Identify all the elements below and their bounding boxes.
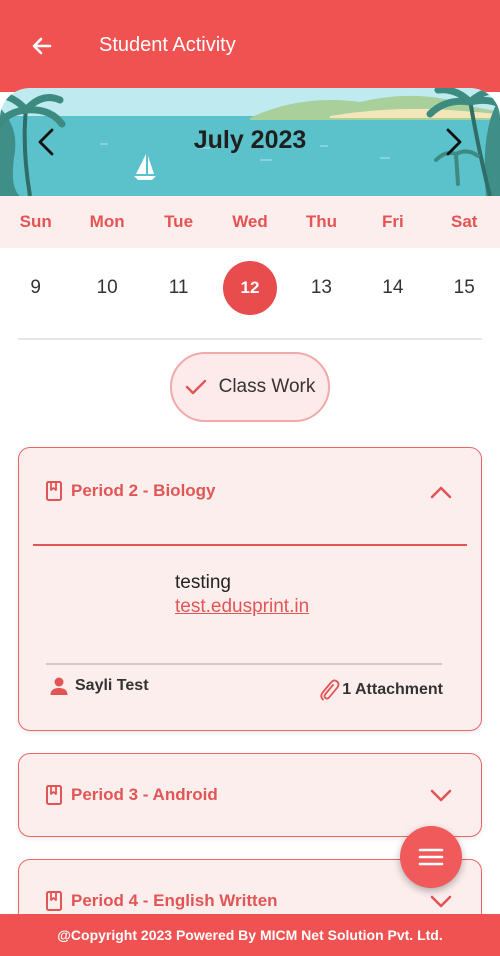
card-divider [33,544,467,546]
week-days-row: 9 10 11 12 13 14 15 [0,260,500,316]
page-title: Student Activity [99,34,236,56]
weekday-label: Thu [305,212,337,231]
day-cell[interactable]: 10 [71,260,142,316]
weekday-label: Fri [381,212,404,231]
period-header[interactable]: Period 3 - Android [45,784,218,806]
check-icon [185,379,206,395]
person-icon [50,677,68,695]
book-icon [46,891,62,911]
day-cell[interactable]: 9 [0,260,71,316]
selected-day-number: 12 [222,261,277,315]
period-header[interactable]: Period 4 - English Written [45,890,278,912]
book-icon [46,785,62,805]
month-title: July 2023 [193,126,307,154]
menu-fab-button[interactable] [400,826,462,888]
activity-link[interactable]: test.edusprint.in [175,596,309,618]
day-cell[interactable]: 14 [357,260,428,316]
collapse-button[interactable] [427,478,455,506]
app-bar: Student Activity [0,0,500,92]
day-cell[interactable]: 11 [143,260,214,316]
class-work-filter-chip[interactable]: Class Work [170,352,330,422]
period-title: Period 2 - Biology [71,481,216,500]
weekday-header: Sun Mon Tue Wed Thu Fri Sat [0,196,500,248]
expand-button[interactable] [427,782,455,810]
attachment-link[interactable]: 1 Attachment [318,678,443,702]
period-card-expanded: Period 2 - Biology testing test.edusprin… [18,447,482,731]
period-header[interactable]: Period 2 - Biology [45,480,216,502]
footer-copyright: @Copyright 2023 Powered By MICM Net Solu… [0,914,500,956]
day-number: 9 [30,277,41,298]
expand-button[interactable] [427,888,455,916]
next-month-button[interactable] [436,124,472,160]
day-cell[interactable]: 13 [286,260,357,316]
period-card[interactable]: Period 3 - Android [18,753,482,837]
chevron-down-icon [430,895,452,908]
weekday-label: Sun [19,212,52,231]
chevron-down-icon [430,789,452,802]
paperclip-icon [320,679,340,701]
back-arrow-icon [32,37,52,55]
weekday-label: Tue [164,212,194,231]
day-number: 14 [382,277,404,298]
day-number: 11 [168,277,189,298]
day-cell[interactable]: 15 [429,260,500,316]
author-name: Sayli Test [75,677,149,694]
inner-divider [46,663,442,665]
weekday-label: Mon [89,212,125,231]
period-title: Period 3 - Android [71,785,218,804]
chip-label: Class Work [218,376,316,397]
back-button[interactable] [24,28,60,64]
period-title: Period 4 - English Written [71,891,278,910]
day-cell-selected[interactable]: 12 [214,260,285,316]
activity-description: testing [175,572,231,593]
chevron-up-icon [430,486,452,499]
menu-icon [418,848,444,866]
divider [18,338,482,340]
weekday-label: Sat [451,212,478,231]
attachment-count: 1 Attachment [342,681,443,698]
day-number: 10 [96,277,118,298]
day-number: 13 [310,277,332,298]
weekday-label: Wed [232,212,268,231]
chevron-right-icon [446,128,462,156]
day-number: 15 [453,277,475,298]
book-icon [46,481,62,501]
author: Sayli Test [49,676,149,696]
